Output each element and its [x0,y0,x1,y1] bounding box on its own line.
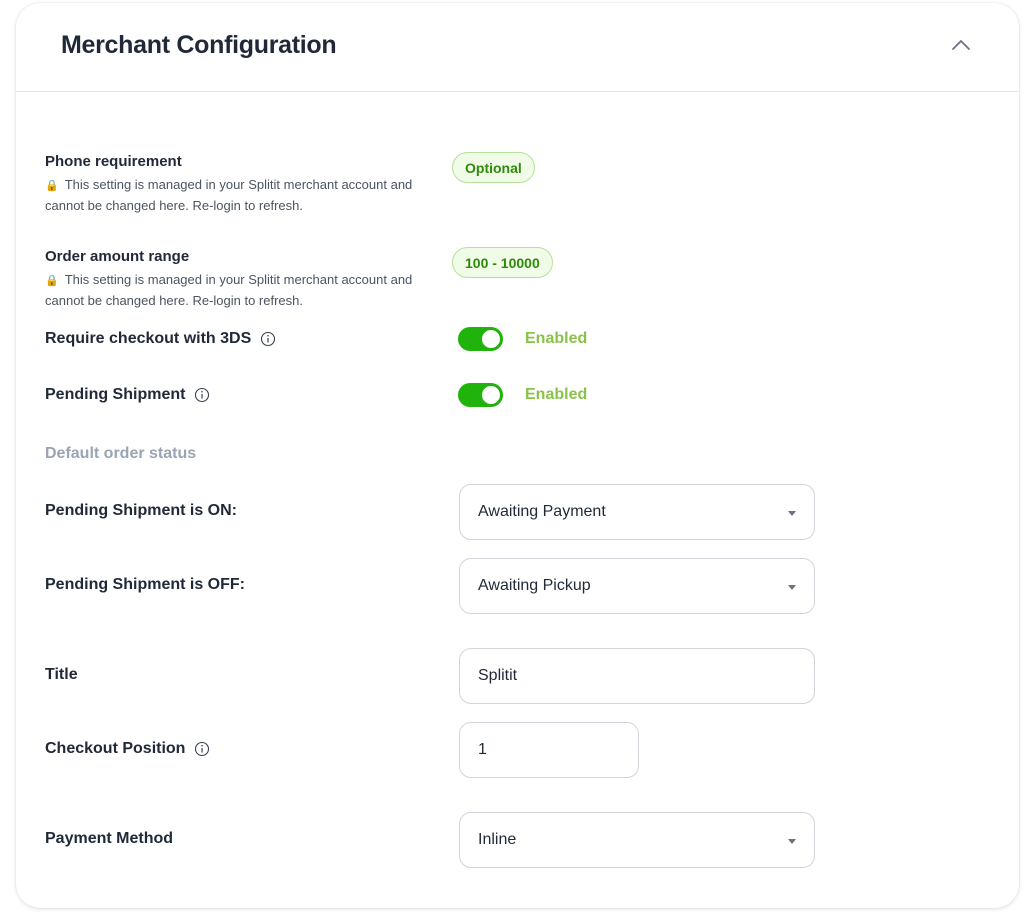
caret-down-icon [788,839,796,844]
pending-off-label: Pending Shipment is OFF: [45,576,245,593]
note-text: This setting is managed in your Splitit … [45,177,413,213]
phone-requirement-note: 🔒 This setting is managed in your Splitit… [45,175,425,215]
default-order-status-heading: Default order status [45,445,197,462]
order-amount-badge: 100 - 10000 [452,247,553,278]
pending-on-select[interactable]: Awaiting Payment [459,484,815,540]
note-text: This setting is managed in your Splitit … [45,272,413,308]
toggle-knob [482,330,500,348]
pending-shipment-toggle[interactable] [458,383,503,407]
order-amount-note: 🔒 This setting is managed in your Splitit… [45,270,425,310]
card-header: Merchant Configuration [16,3,1019,92]
checkout-position-input[interactable]: 1 [459,722,639,778]
three-ds-label: Require checkout with 3DS [45,330,252,347]
select-value: Inline [478,831,517,848]
pending-shipment-label: Pending Shipment [45,386,186,403]
phone-requirement-setting: Phone requirement 🔒 This setting is manag… [45,153,425,215]
info-icon[interactable] [260,331,276,347]
phone-requirement-badge: Optional [452,152,535,183]
three-ds-toggle[interactable] [458,327,503,351]
input-value: Splitit [478,667,518,684]
toggle-knob [482,386,500,404]
pending-on-label: Pending Shipment is ON: [45,502,238,519]
page-title: Merchant Configuration [61,31,337,59]
phone-requirement-label: Phone requirement [45,153,182,170]
collapse-button[interactable] [948,33,974,55]
title-label: Title [45,666,78,683]
title-input[interactable]: Splitit [459,648,815,704]
input-value: 1 [478,741,487,758]
lock-icon: 🔒 [45,180,59,192]
three-ds-setting: Require checkout with 3DS [45,330,276,348]
caret-down-icon [788,585,796,590]
payment-method-label: Payment Method [45,830,174,847]
payment-method-select[interactable]: Inline [459,812,815,868]
lock-icon: 🔒 [45,275,59,287]
pending-shipment-setting: Pending Shipment [45,386,210,404]
order-amount-label: Order amount range [45,248,190,265]
caret-down-icon [788,511,796,516]
pending-off-select[interactable]: Awaiting Pickup [459,558,815,614]
info-icon[interactable] [194,387,210,403]
checkout-position-label: Checkout Position [45,740,186,757]
select-value: Awaiting Pickup [478,577,591,594]
pending-shipment-status: Enabled [525,386,588,403]
chevron-up-icon [952,40,970,50]
info-icon[interactable] [194,741,210,757]
checkout-position-setting: Checkout Position [45,740,210,758]
order-amount-setting: Order amount range 🔒 This setting is mana… [45,248,425,310]
select-value: Awaiting Payment [478,503,606,520]
three-ds-status: Enabled [525,330,588,347]
